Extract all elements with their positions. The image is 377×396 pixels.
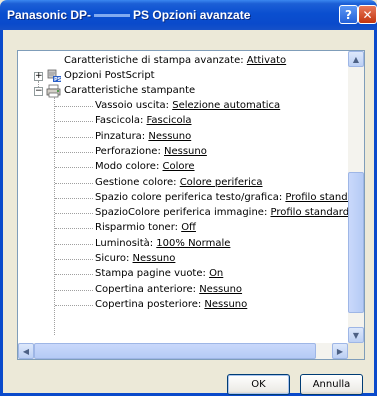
tree-connector (55, 152, 93, 154)
tree-item-postscript-options[interactable]: Opzioni PostScript (64, 69, 155, 82)
tree-connector (55, 244, 93, 246)
tree-item-setting[interactable]: Copertina posteriore: Nessuno (95, 298, 247, 311)
ok-button[interactable]: OK (227, 374, 290, 395)
window-frame-left (0, 30, 3, 396)
window-title: Panasonic DP- PS Opzioni avanzate (7, 8, 251, 22)
tree-item-label: Copertina posteriore: (95, 299, 205, 310)
tree-item-setting[interactable]: Copertina anteriore: Nessuno (95, 283, 242, 296)
collapse-minus-icon[interactable]: − (34, 87, 43, 96)
tree-item-printer-features[interactable]: Caratteristiche stampante (64, 84, 195, 97)
horizontal-scroll-thumb[interactable] (34, 343, 316, 359)
vertical-scroll-thumb[interactable] (348, 172, 364, 313)
help-button[interactable]: ? (339, 5, 358, 24)
tree-item-label: Sicuro: (95, 253, 133, 264)
svg-text:PS: PS (54, 77, 62, 83)
tree-item-label: Vassoio uscita: (95, 100, 173, 111)
tree-connector (55, 198, 93, 200)
tree-item-setting[interactable]: SpazioColore periferica immagine: Profil… (95, 206, 348, 219)
scrollbar-corner (348, 343, 364, 359)
tree-item-value[interactable]: Nessuno (204, 299, 247, 310)
tree-item-label: Stampa pagine vuote: (95, 268, 210, 279)
tree-item-setting[interactable]: Luminosità: 100% Normale (95, 237, 230, 250)
scroll-up-button[interactable]: ▲ (348, 51, 364, 67)
tree-item-value[interactable]: Nessuno (199, 284, 242, 295)
tree-item-value[interactable]: Attivato (247, 55, 286, 66)
tree-connector (55, 106, 93, 108)
tree-connector (55, 121, 93, 123)
tree-item-value[interactable]: Colore periferica (180, 177, 263, 188)
tree-item-setting[interactable]: Perforazione: Nessuno (95, 145, 207, 158)
tree-item-value[interactable]: Off (181, 222, 196, 233)
scroll-right-button[interactable]: ▶ (332, 343, 348, 359)
tree-item-value[interactable]: Selezione automatica (172, 100, 280, 111)
tree-item-label: Perforazione: (95, 146, 164, 157)
close-button[interactable]: ✕ (358, 5, 377, 24)
options-tree[interactable]: Caratteristiche di stampa avanzate: Atti… (17, 50, 365, 360)
tree-connector (55, 290, 93, 292)
tree-connector (55, 228, 93, 230)
printer-features-icon (46, 84, 61, 98)
tree-item-value[interactable]: Nessuno (133, 253, 176, 264)
tree-item-value[interactable]: Fascicola (147, 115, 192, 126)
tree-item-label: Gestione colore: (95, 177, 180, 188)
tree-item-value[interactable]: Profilo standard co (285, 192, 348, 203)
chevron-left-icon: ◀ (22, 346, 30, 356)
tree-item-label: Spazio colore periferica testo/grafica: (95, 192, 286, 203)
chevron-up-icon: ▲ (352, 54, 360, 64)
tree-item-label: Risparmio toner: (95, 222, 182, 233)
tree-item-setting[interactable]: Gestione colore: Colore periferica (95, 176, 263, 189)
expand-plus-icon[interactable]: + (34, 72, 43, 81)
tree-item-label: Modo colore: (95, 161, 163, 172)
tree-connector (54, 97, 56, 335)
tree-connector (38, 81, 40, 87)
tree-item-value[interactable]: Nessuno (164, 146, 207, 157)
cancel-button[interactable]: Annulla (300, 374, 363, 395)
title-bar[interactable]: Panasonic DP- PS Opzioni avanzate ? ✕ (0, 0, 377, 30)
tree-item-label: Pinzatura: (95, 131, 149, 142)
tree-item-setting[interactable]: Spazio colore periferica testo/grafica: … (95, 191, 348, 204)
tree-item-label: Luminosità: (95, 238, 157, 249)
tree-item-label: Opzioni PostScript (64, 70, 155, 81)
tree-connector (55, 274, 93, 276)
tree-item-advanced-features[interactable]: Caratteristiche di stampa avanzate: Atti… (64, 54, 286, 67)
tree-item-value[interactable]: Nessuno (148, 131, 191, 142)
tree-connector (55, 213, 93, 215)
postscript-options-icon: PS (47, 69, 62, 83)
tree-item-label: Fascicola: (95, 115, 147, 126)
tree-connector (55, 137, 93, 139)
tree-item-label: SpazioColore periferica immagine: (95, 207, 271, 218)
tree-item-value[interactable]: 100% Normale (156, 238, 230, 249)
tree-item-setting[interactable]: Stampa pagine vuote: On (95, 267, 223, 280)
tree-connector (55, 305, 93, 307)
tree-item-value[interactable]: Profilo standard con C (271, 207, 349, 218)
vertical-scrollbar[interactable]: ▲ ▼ (348, 51, 364, 343)
tree-item-value[interactable]: On (209, 268, 223, 279)
tree-item-setting[interactable]: Risparmio toner: Off (95, 221, 196, 234)
scroll-left-button[interactable]: ◀ (18, 343, 34, 359)
tree-connector (55, 183, 93, 185)
tree-item-setting[interactable]: Vassoio uscita: Selezione automatica (95, 99, 280, 112)
scroll-down-button[interactable]: ▼ (348, 327, 364, 343)
tree-item-value[interactable]: Colore (163, 161, 195, 172)
chevron-down-icon: ▼ (352, 330, 360, 340)
tree-connector (55, 167, 93, 169)
tree-item-setting[interactable]: Pinzatura: Nessuno (95, 130, 191, 143)
tree-item-label: Copertina anteriore: (95, 284, 200, 295)
tree-item-label: Caratteristiche stampante (64, 85, 196, 96)
horizontal-scrollbar[interactable]: ◀ ▶ (18, 343, 348, 359)
chevron-right-icon: ▶ (336, 346, 344, 356)
tree-item-setting[interactable]: Modo colore: Colore (95, 160, 195, 173)
tree-connector (55, 259, 93, 261)
tree-item-setting[interactable]: Sicuro: Nessuno (95, 252, 175, 265)
tree-item-setting[interactable]: Fascicola: Fascicola (95, 114, 192, 127)
tree-item-label: Caratteristiche di stampa avanzate: (64, 55, 247, 66)
tree-view[interactable]: Caratteristiche di stampa avanzate: Atti… (18, 51, 348, 343)
